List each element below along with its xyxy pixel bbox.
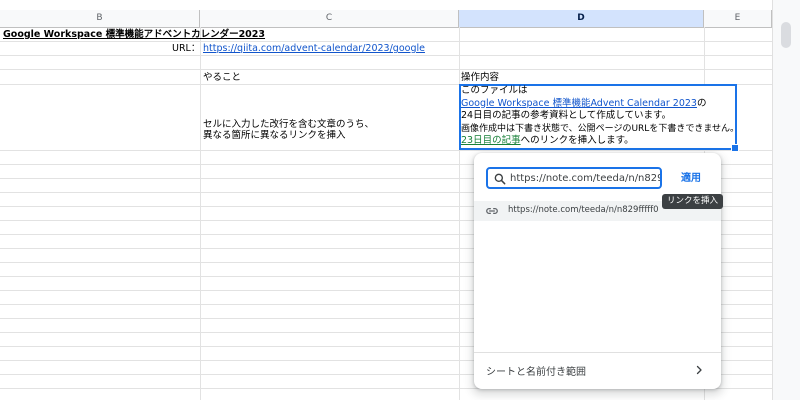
cell-text-line: 23日目の記事へのリンクを挿入します。 [461,135,735,148]
column-headers: B C D E [0,10,772,28]
column-header-b[interactable]: B [0,10,200,27]
gridline [0,55,772,56]
cell-b1-title[interactable]: Google Workspace 標準機能アドベントカレンダー2023 [3,29,265,41]
cell-text-line: Google Workspace 標準機能Advent Calendar 202… [461,98,735,111]
cell-inline-link[interactable]: Google Workspace 標準機能Advent Calendar 202… [461,98,697,109]
cell-text-line: このファイルは [461,85,528,96]
cell-c4-header[interactable]: やること [203,72,241,84]
cell-b2-url-label[interactable]: URL： [172,43,200,55]
gridline [0,69,772,70]
gridline [459,27,460,400]
suggestion-url: https://note.com/teeda/n/n829fffff03f7 [508,205,658,215]
gridline [200,27,201,400]
column-header-c[interactable]: C [200,10,459,27]
search-icon [494,173,506,185]
link-url-input[interactable] [510,170,660,186]
cell-c2-url-link[interactable]: https://qiita.com/advent-calendar/2023/g… [203,43,425,55]
sheets-and-named-ranges-label: シートと名前付き範囲 [486,367,586,378]
vertical-scrollbar[interactable] [772,0,800,400]
selected-text-link[interactable]: 23日目の記事 [461,135,521,146]
active-cell-text[interactable]: このファイルは Google Workspace 標準機能Advent Cale… [461,85,740,148]
column-header-d[interactable]: D [459,10,704,27]
cell-text-fragment: の [696,97,707,109]
link-icon [486,208,498,214]
sheets-and-named-ranges[interactable]: シートと名前付き範囲 [474,358,721,382]
cell-text-fragment: へのリンクを挿入します。 [520,135,634,146]
chevron-right-icon [696,365,702,375]
insert-link-tooltip: リンクを挿入 [662,194,724,209]
gridline [0,150,772,151]
cell-text-line: 画像作成中は下書き状態で、公開ページのURLを下書きできません。 [461,123,740,134]
cell-c5-line2[interactable]: 異なる箇所に異なるリンクを挿入 [203,130,346,142]
divider [474,352,721,353]
column-header-e[interactable]: E [704,10,772,27]
apply-button[interactable]: 適用 [671,168,711,190]
link-search-field[interactable] [486,167,662,189]
cell-text-line: 24日目の記事の参考資料として作成しています。 [461,110,672,121]
cell-d4-header[interactable]: 操作内容 [461,72,499,84]
scroll-thumb[interactable] [781,22,791,48]
gridline [0,41,772,42]
insert-link-popup: 適用 https://note.com/teeda/n/n829fffff03f… [474,153,724,389]
